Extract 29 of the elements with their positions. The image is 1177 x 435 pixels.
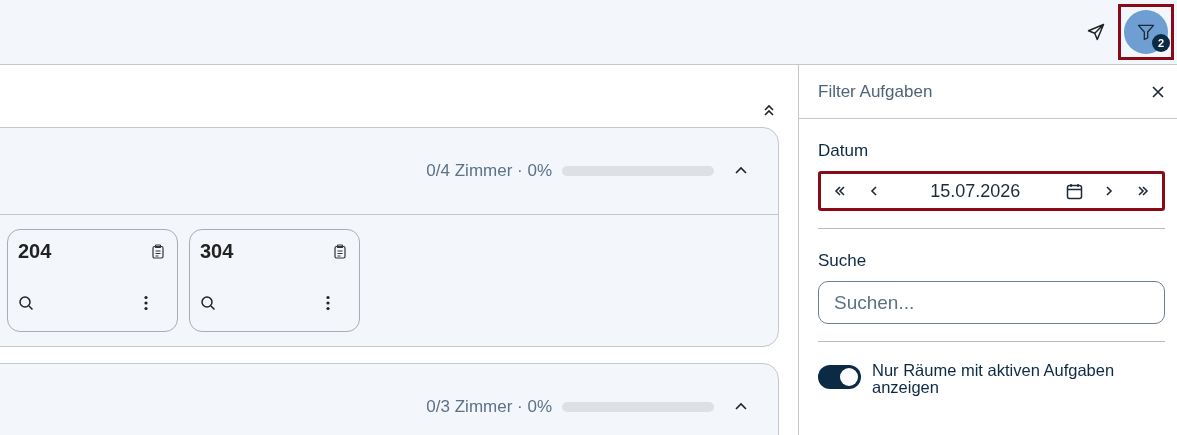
- progress-text: 0/3 Zimmer · 0%: [426, 397, 552, 417]
- toggle-label: Nur Räume mit aktiven Aufgaben anzeigen: [872, 362, 1116, 396]
- search-icon[interactable]: [200, 295, 216, 311]
- date-picker[interactable]: 15.07.2026: [818, 171, 1165, 211]
- first-icon[interactable]: [833, 184, 847, 198]
- last-icon[interactable]: [1136, 184, 1150, 198]
- room-card[interactable]: 304: [189, 229, 360, 332]
- more-icon[interactable]: [144, 295, 148, 311]
- room-number: 304: [200, 240, 234, 263]
- panel-title: Filter Aufgaben: [818, 81, 933, 102]
- search-field[interactable]: Suchen...: [818, 281, 1165, 324]
- filter-button[interactable]: 2: [1124, 10, 1168, 54]
- search-icon[interactable]: [18, 295, 34, 311]
- filter-icon[interactable]: [1136, 22, 1156, 42]
- calendar-icon[interactable]: [1065, 182, 1083, 200]
- progress-text: 0/4 Zimmer · 0%: [426, 161, 552, 181]
- field-label: Suche: [818, 251, 868, 271]
- more-icon[interactable]: [326, 295, 330, 311]
- send-icon[interactable]: [1086, 22, 1106, 42]
- field-label: Datum: [818, 141, 870, 161]
- close-icon[interactable]: [1151, 84, 1165, 99]
- toggle-switch[interactable]: [818, 365, 861, 389]
- room-card[interactable]: 204: [7, 229, 178, 332]
- collapse-all-icon[interactable]: [762, 103, 776, 117]
- count-badge: 2: [1152, 34, 1170, 52]
- clipboard-icon[interactable]: [151, 244, 165, 259]
- room-number: 204: [18, 240, 52, 263]
- date-value: 15.07.2026: [930, 180, 1021, 202]
- clipboard-icon[interactable]: [333, 244, 347, 259]
